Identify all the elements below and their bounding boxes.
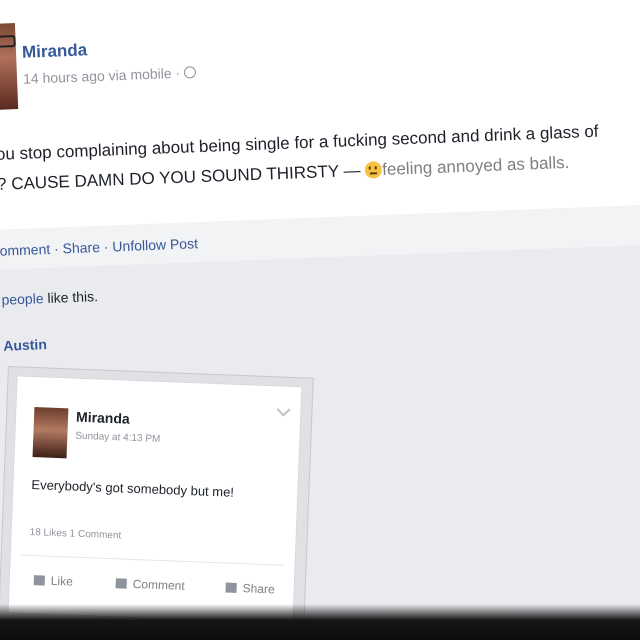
shared-author-avatar: [32, 407, 69, 459]
share-icon: [225, 582, 237, 593]
shared-share-button: Share: [225, 581, 275, 597]
shared-post-text: Everybody's got somebody but me!: [31, 476, 235, 500]
likes-text: like this.: [43, 288, 99, 307]
shared-author-name: Miranda: [75, 408, 131, 427]
commenter-name[interactable]: Austin: [3, 336, 47, 354]
shared-post-counts: 18 Likes 1 Comment: [29, 526, 122, 542]
shared-like-button: Like: [33, 573, 74, 589]
like-label: Like: [50, 573, 74, 589]
like-icon: [33, 575, 45, 586]
globe-icon: [183, 66, 197, 79]
share-label: Share: [242, 581, 275, 597]
attached-screenshot: Miranda Sunday at 4:13 PM Everybody's go…: [0, 366, 314, 634]
comment-icon: [115, 578, 127, 589]
shared-post-meta: Sunday at 4:13 PM: [75, 430, 161, 445]
author-name[interactable]: Miranda: [22, 40, 88, 62]
comment-label: Comment: [132, 576, 185, 593]
shared-post-card: Miranda Sunday at 4:13 PM Everybody's go…: [7, 375, 303, 625]
likes-summary: people like this.: [1, 288, 98, 308]
emoji-icon: [364, 161, 383, 179]
feeling-text: feeling annoyed as balls.: [381, 152, 570, 180]
chevron-down-icon: [276, 402, 291, 417]
shared-divider: [20, 554, 285, 566]
shared-comment-button: Comment: [115, 576, 185, 593]
likes-link[interactable]: people: [1, 290, 44, 308]
screen-bezel: [0, 604, 640, 640]
